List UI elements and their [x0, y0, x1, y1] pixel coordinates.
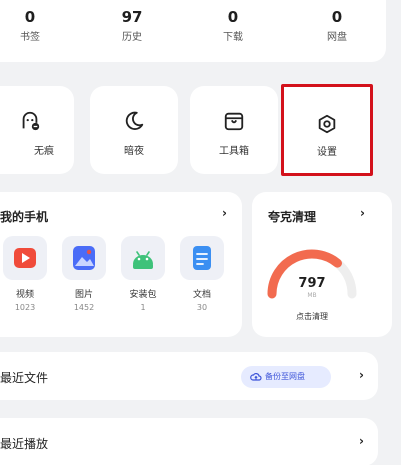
tile-incognito[interactable]: 无痕 [0, 86, 74, 174]
recent-files-label: 最近文件 [0, 371, 49, 385]
app-documents[interactable]: 文档 30 [177, 236, 227, 313]
stat-value: 0 [227, 8, 239, 26]
app-count: 1023 [14, 303, 36, 312]
tile-toolbox[interactable]: 工具箱 [190, 86, 278, 174]
stat-bookmarks[interactable]: 0 书签 [0, 8, 60, 44]
stat-value: 97 [121, 8, 143, 26]
cleaner-size-unit: MB [307, 292, 317, 299]
cleaner-chevron-icon[interactable]: › [360, 206, 365, 220]
stat-cloud[interactable]: 0 网盘 [307, 8, 367, 44]
my-phone-card: 我的手机 › 视频 1023 图片 1452 安装包 1 文档 30 [0, 192, 242, 337]
stat-label: 书签 [20, 32, 40, 43]
tile-settings[interactable]: 设置 [281, 84, 373, 176]
cleaner-action-label[interactable]: 点击清理 [252, 311, 372, 322]
stat-label: 网盘 [327, 32, 347, 43]
app-images[interactable]: 图片 1452 [59, 236, 109, 313]
app-name: 安装包 [129, 290, 157, 300]
backup-to-cloud-button[interactable]: 备份至网盘 [241, 366, 331, 388]
cleaner-title: 夸克清理 [268, 210, 317, 224]
app-packages[interactable]: 安装包 1 [118, 236, 168, 313]
app-count: 30 [196, 303, 208, 312]
backup-label: 备份至网盘 [265, 372, 305, 381]
stats-card: 0 书签 97 历史 0 下载 0 网盘 [0, 0, 386, 62]
tile-label: 无痕 [34, 146, 54, 157]
toolbox-icon [224, 112, 244, 131]
recent-files-chevron-icon[interactable]: › [359, 368, 364, 382]
stat-label: 下载 [223, 32, 243, 43]
app-videos[interactable]: 视频 1023 [0, 236, 50, 313]
app-name: 文档 [192, 290, 211, 300]
settings-icon [318, 114, 336, 134]
incognito-icon [22, 111, 40, 131]
video-icon [3, 236, 47, 280]
stat-downloads[interactable]: 0 下载 [203, 8, 263, 44]
recent-files-row[interactable]: 最近文件 备份至网盘 › [0, 352, 378, 400]
cleaner-size-value: 797 [298, 276, 326, 291]
android-icon [121, 236, 165, 280]
my-phone-chevron-icon[interactable]: › [222, 206, 227, 220]
tile-label: 设置 [317, 147, 337, 158]
stat-history[interactable]: 97 历史 [102, 8, 162, 44]
tile-dark-mode[interactable]: 暗夜 [90, 86, 178, 174]
tile-label: 工具箱 [219, 146, 249, 157]
moon-icon [125, 111, 144, 130]
cloud-upload-icon [250, 372, 262, 381]
app-count: 1 [140, 303, 146, 312]
stat-value: 0 [24, 8, 36, 26]
my-phone-title[interactable]: 我的手机 [0, 208, 48, 225]
stat-label: 历史 [122, 32, 142, 43]
app-name: 视频 [15, 290, 34, 300]
tile-label: 暗夜 [124, 146, 144, 157]
recent-play-label: 最近播放 [0, 437, 49, 451]
image-icon [62, 236, 106, 280]
recent-play-row[interactable]: 最近播放 › [0, 418, 378, 465]
recent-play-chevron-icon[interactable]: › [359, 434, 364, 448]
document-icon [180, 236, 224, 280]
stat-value: 0 [331, 8, 343, 26]
app-name: 图片 [74, 290, 93, 300]
app-count: 1452 [73, 303, 95, 312]
cleaner-card[interactable]: 夸克清理 › 797 MB 点击清理 [252, 192, 392, 337]
